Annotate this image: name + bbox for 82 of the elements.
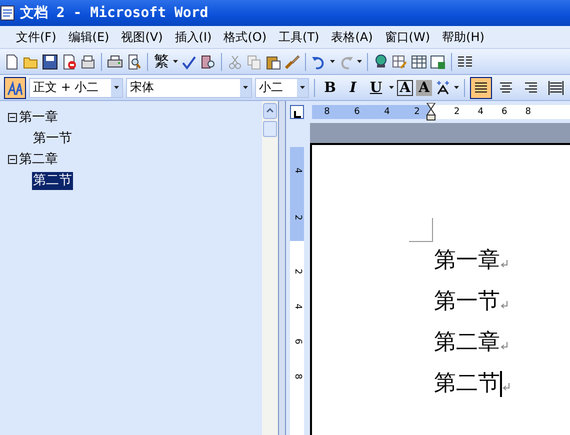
italic-button[interactable]: I <box>343 78 363 98</box>
text-cursor <box>500 371 502 397</box>
map-heading[interactable]: 第一章 <box>18 108 59 126</box>
ruler-number: 8 <box>525 106 531 119</box>
left-tab-icon <box>294 111 300 118</box>
align-left-button[interactable] <box>470 76 492 98</box>
margin-corner-mark <box>409 218 433 242</box>
font-dropdown[interactable]: 宋体 <box>126 78 252 98</box>
paragraph-mark-icon <box>500 342 508 350</box>
map-heading[interactable]: 第二章 <box>18 150 59 168</box>
paragraph-text: 第二章 <box>434 330 500 356</box>
menu-item[interactable]: 窗口(W) <box>378 26 436 48</box>
scrollbar[interactable] <box>262 101 278 435</box>
ruler-number: 4 <box>292 304 302 310</box>
clipboard-icon[interactable] <box>265 54 281 70</box>
paragraph-text: 第一节 <box>434 289 500 315</box>
magnifier-document-icon[interactable] <box>126 54 142 70</box>
menu-item[interactable]: 表格(A) <box>325 26 379 48</box>
dropdown-arrow-icon[interactable] <box>454 86 459 89</box>
menu-item[interactable]: 视图(V) <box>115 26 169 48</box>
dropdown-arrow-icon <box>114 86 119 89</box>
styles-button[interactable] <box>4 76 26 98</box>
collapse-icon[interactable] <box>8 155 17 164</box>
collapse-icon[interactable] <box>8 113 17 122</box>
letters-aa-icon <box>7 80 23 96</box>
dropdown-arrow-icon <box>243 86 248 89</box>
font-size-dropdown[interactable]: 小二 <box>255 78 309 98</box>
ruler-number: 2 <box>292 214 302 220</box>
style-dropdown[interactable]: 正文 + 小二 <box>29 78 123 98</box>
table-pencil-icon[interactable] <box>392 54 408 70</box>
ruler-number: 6 <box>354 106 360 119</box>
menu-item[interactable]: 文件(F) <box>10 26 62 48</box>
ruler-number: 4 <box>384 106 390 119</box>
indent-marker-icon[interactable] <box>426 103 436 121</box>
dropdown-arrow-icon[interactable] <box>330 60 335 63</box>
window-title: 文档 2 - Microsoft Word <box>20 4 208 22</box>
menu-item[interactable]: 帮助(H) <box>436 26 490 48</box>
map-heading[interactable]: 第一节 <box>32 130 73 148</box>
convert-button[interactable]: 繁 <box>153 52 170 71</box>
menu-item[interactable]: 插入(I) <box>168 26 218 48</box>
dropdown-arrow-icon <box>300 86 305 89</box>
paragraph-text: 第二节 <box>434 371 500 397</box>
ruler-number: 2 <box>292 268 302 274</box>
menu-item[interactable]: 格式(O) <box>218 26 273 48</box>
columns-icon[interactable] <box>457 54 473 70</box>
tab-stop-selector[interactable] <box>290 105 304 119</box>
ruler-number: 4 <box>478 106 484 119</box>
text-lines-icon <box>548 80 564 96</box>
paragraph-mark-icon <box>500 301 508 309</box>
spreadsheet-icon[interactable] <box>430 54 446 70</box>
dropdown-arrow-icon[interactable] <box>389 86 394 89</box>
ruler-number: 8 <box>292 374 302 380</box>
no-entry-document-icon[interactable] <box>61 54 77 70</box>
ruler-number: 8 <box>324 106 330 119</box>
menu-item[interactable]: 工具(T) <box>272 26 326 48</box>
underline-button[interactable]: U <box>366 78 386 98</box>
text-lines-icon <box>523 80 539 96</box>
paragraph-mark-icon <box>500 260 508 268</box>
table-grid-icon[interactable] <box>411 54 427 70</box>
text-lines-icon <box>498 80 514 96</box>
ruler-number: 6 <box>501 106 508 119</box>
paragraph-text: 第一章 <box>434 248 500 274</box>
document-icon <box>0 5 16 21</box>
paintbrush-icon[interactable] <box>284 54 300 70</box>
ruler-number: 2 <box>454 106 460 119</box>
ruler-number: 2 <box>414 106 420 119</box>
map-heading[interactable]: 第二节 <box>32 172 73 190</box>
text-lines-icon <box>473 80 489 96</box>
dropdown-arrow-icon[interactable] <box>357 60 362 63</box>
spelling-check-icon[interactable] <box>181 54 197 70</box>
ruler-number: 6 <box>292 338 302 344</box>
bold-button[interactable]: B <box>320 78 340 98</box>
character-shading-button[interactable]: A <box>416 80 432 96</box>
character-border-button[interactable]: A <box>397 80 413 96</box>
dropdown-arrow-icon[interactable] <box>173 60 178 63</box>
printer-icon[interactable] <box>107 54 123 70</box>
phonetic-guide-icon[interactable] <box>435 80 451 96</box>
paragraph-mark-icon <box>502 383 510 391</box>
ruler-number: 4 <box>292 168 302 174</box>
scroll-thumb[interactable] <box>263 121 277 137</box>
new-document-icon[interactable] <box>4 54 20 70</box>
menu-item[interactable]: 编辑(E) <box>62 26 116 48</box>
